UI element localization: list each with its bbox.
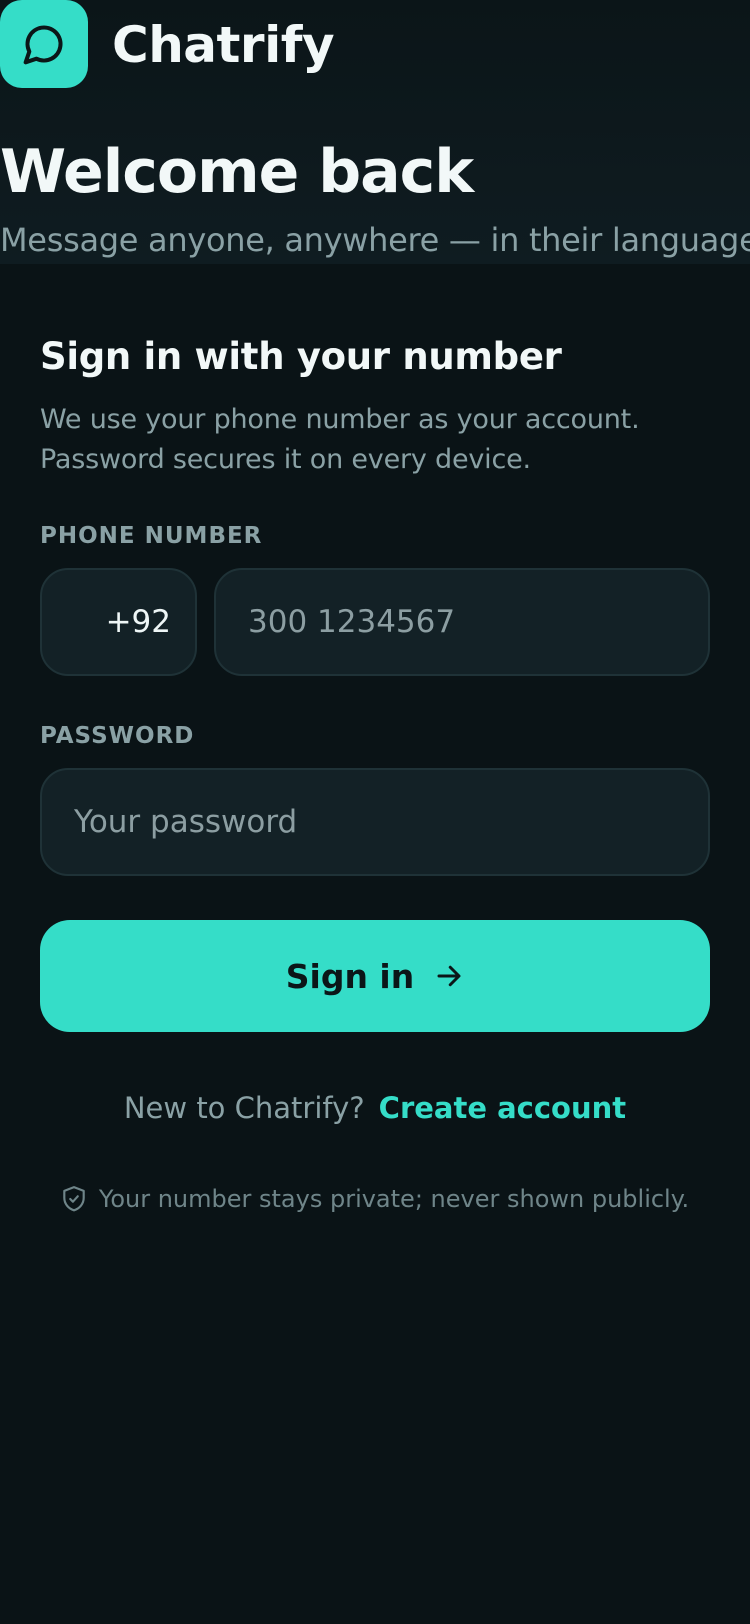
brand-name: Chatrify: [112, 16, 335, 74]
phone-placeholder: 300 1234567: [248, 604, 456, 640]
sign-in-label: Sign in: [285, 956, 415, 996]
tagline: Message anyone, anywhere — in their lang…: [0, 221, 750, 259]
password-placeholder: Your password: [74, 804, 298, 840]
country-code-select[interactable]: +92: [40, 568, 197, 676]
chat-bubble-icon: [23, 25, 63, 65]
app-logo: [0, 0, 88, 88]
signup-row: New to Chatrify? Create account: [0, 1088, 750, 1128]
phone-label: PHONE NUMBER: [40, 523, 263, 549]
arrow-right-icon: [437, 965, 461, 987]
shield-check-icon: [63, 1186, 85, 1212]
sign-in-button[interactable]: Sign in: [40, 920, 710, 1032]
privacy-note: Your number stays private; never shown p…: [0, 1182, 750, 1216]
create-account-link[interactable]: Create account: [379, 1088, 626, 1128]
card-description: We use your phone number as your account…: [40, 404, 640, 475]
phone-input[interactable]: 300 1234567: [214, 568, 710, 676]
signup-question: New to Chatrify?: [123, 1091, 365, 1125]
page-title: Welcome back: [0, 137, 474, 207]
privacy-text: Your number stays private; never shown p…: [98, 1185, 690, 1213]
password-input[interactable]: Your password: [40, 768, 710, 876]
password-label: PASSWORD: [40, 723, 195, 749]
header: Chatrify Welcome back Message anyone, an…: [0, 0, 750, 264]
country-code-value: +92: [105, 604, 171, 640]
card-title: Sign in with your number: [40, 335, 562, 378]
